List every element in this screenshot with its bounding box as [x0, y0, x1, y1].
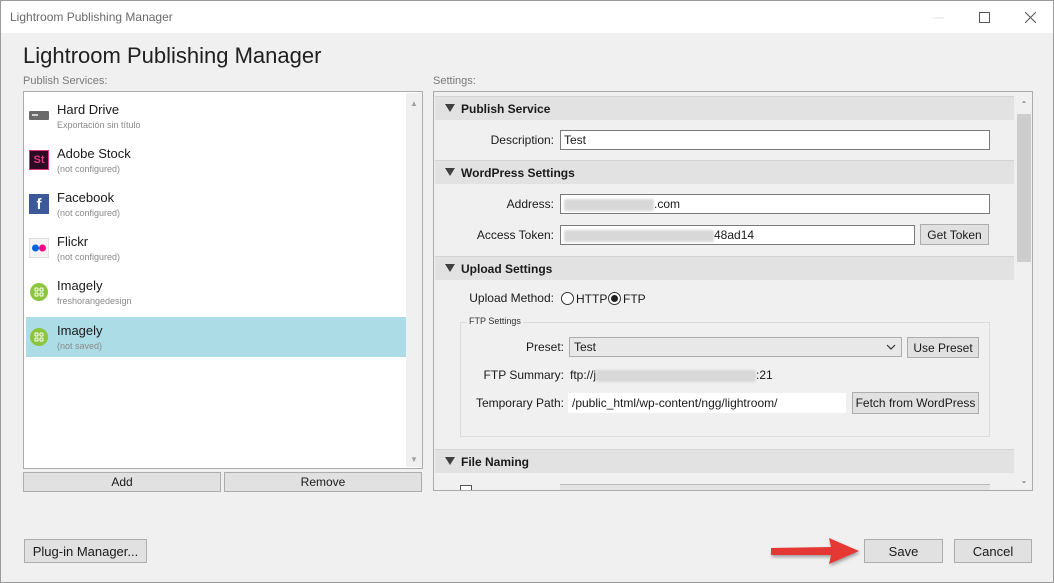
use-preset-button[interactable]: Use Preset — [907, 337, 979, 358]
flickr-icon — [29, 238, 49, 258]
service-name: Imagely — [57, 323, 103, 338]
file-naming-field[interactable] — [560, 484, 990, 490]
list-item-imagely[interactable]: Imagely freshorangedesign — [26, 272, 406, 312]
list-item-imagely-selected[interactable]: Imagely (not saved) — [26, 317, 406, 357]
address-input[interactable]: .com — [560, 194, 990, 214]
minimize-icon — [932, 17, 944, 18]
collapse-triangle-icon — [445, 264, 455, 272]
ftp-summary-label: FTP Summary: — [483, 368, 564, 382]
service-subtitle: (not configured) — [57, 208, 121, 218]
access-token-input[interactable]: 48ad14 — [560, 225, 915, 245]
list-item-hard-drive[interactable]: Hard Drive Exportación sin título — [26, 96, 406, 136]
close-button[interactable] — [1007, 1, 1053, 33]
close-icon — [1024, 11, 1036, 23]
rename-checkbox[interactable] — [460, 485, 472, 490]
description-label: Description: — [490, 133, 554, 147]
section-title: File Naming — [461, 455, 530, 469]
address-value: .com — [654, 197, 681, 211]
add-button[interactable]: Add — [23, 472, 221, 492]
redacted-text — [596, 369, 757, 382]
http-label: HTTP — [576, 292, 608, 306]
maximize-icon — [978, 11, 990, 23]
scroll-down-icon[interactable]: ⌄ — [1016, 472, 1032, 488]
list-item-facebook[interactable]: f Facebook (not configured) — [26, 184, 406, 224]
title-bar: Lightroom Publishing Manager — [1, 1, 1053, 33]
scroll-up-icon[interactable]: ⌃ — [1016, 96, 1032, 112]
annotation-arrow-icon — [771, 538, 859, 564]
ftp-summary-value: ftp://j :21 — [570, 368, 773, 382]
service-name: Flickr — [57, 234, 89, 249]
ftp-summary-suffix: :21 — [756, 368, 773, 382]
description-input[interactable]: Test — [560, 130, 990, 150]
window-title: Lightroom Publishing Manager — [10, 10, 173, 24]
service-subtitle: Exportación sin título — [57, 120, 141, 130]
access-token-value: 48ad14 — [714, 228, 755, 242]
preset-select[interactable]: Test — [569, 337, 902, 357]
publish-services-label: Publish Services: — [23, 75, 108, 87]
service-name: Hard Drive — [57, 102, 120, 117]
preset-value: Test — [574, 340, 597, 354]
list-item-flickr[interactable]: Flickr (not configured) — [26, 228, 406, 268]
ftp-summary-prefix: ftp://j — [570, 368, 597, 382]
maximize-button[interactable] — [961, 1, 1007, 33]
scroll-down-icon[interactable]: ▼ — [406, 451, 422, 467]
scroll-thumb[interactable] — [1017, 114, 1031, 262]
access-token-label: Access Token: — [476, 228, 554, 242]
imagely-icon — [29, 327, 49, 347]
page-title: Lightroom Publishing Manager — [23, 43, 322, 68]
remove-button[interactable]: Remove — [224, 472, 422, 492]
service-name: Adobe Stock — [57, 146, 131, 161]
preset-label: Preset: — [525, 340, 564, 354]
service-subtitle: (not configured) — [57, 164, 121, 174]
ftp-label: FTP — [623, 292, 646, 306]
imagely-icon — [29, 282, 49, 302]
upload-method-label: Upload Method: — [469, 291, 554, 305]
section-upload-settings[interactable]: Upload Settings — [435, 256, 1014, 280]
collapse-triangle-icon — [445, 168, 455, 176]
scroll-up-icon[interactable]: ▲ — [406, 95, 422, 111]
collapse-triangle-icon — [445, 104, 455, 112]
section-file-naming[interactable]: File Naming — [435, 449, 1014, 473]
settings-scrollbar[interactable]: ⌃ ⌄ — [1016, 96, 1032, 488]
section-wordpress-settings[interactable]: WordPress Settings — [435, 160, 1014, 184]
ftp-radio[interactable] — [608, 292, 621, 305]
chevron-down-icon — [886, 344, 896, 350]
hard-drive-icon — [29, 106, 49, 126]
http-radio[interactable] — [561, 292, 574, 305]
adobe-stock-icon: St — [29, 150, 49, 170]
temporary-path-input[interactable]: /public_html/wp-content/ngg/lightroom/ — [568, 393, 846, 413]
fetch-from-wordpress-button[interactable]: Fetch from WordPress — [852, 392, 979, 414]
collapse-triangle-icon — [445, 457, 455, 465]
service-name: Facebook — [57, 190, 115, 205]
service-subtitle: (not saved) — [57, 341, 103, 351]
service-subtitle: (not configured) — [57, 252, 121, 262]
cancel-button[interactable]: Cancel — [954, 539, 1032, 563]
address-label: Address: — [506, 197, 554, 211]
redacted-text — [564, 198, 654, 211]
service-name: Imagely — [57, 278, 103, 293]
publishing-manager-window: Lightroom Publishing Manager Lightroom P… — [0, 0, 1054, 583]
list-item-adobe-stock[interactable]: St Adobe Stock (not configured) — [26, 140, 406, 180]
publish-services-list[interactable]: Hard Drive Exportación sin título St Ado… — [23, 91, 423, 469]
service-subtitle: freshorangedesign — [57, 296, 132, 306]
minimize-button[interactable] — [915, 1, 961, 33]
section-title: WordPress Settings — [461, 166, 575, 180]
save-button[interactable]: Save — [864, 539, 943, 563]
section-title: Publish Service — [461, 102, 551, 116]
facebook-icon: f — [29, 194, 49, 214]
settings-label: Settings: — [433, 75, 476, 87]
section-publish-service[interactable]: Publish Service — [435, 96, 1014, 120]
redacted-text — [564, 229, 714, 242]
adobe-stock-logo: St — [29, 150, 49, 170]
get-token-button[interactable]: Get Token — [920, 224, 989, 245]
services-scrollbar[interactable]: ▲ ▼ — [406, 93, 422, 467]
plugin-manager-button[interactable]: Plug-in Manager... — [24, 539, 147, 563]
ftp-settings-label: FTP Settings — [467, 316, 523, 326]
temporary-path-label: Temporary Path: — [475, 396, 564, 410]
facebook-logo: f — [29, 194, 49, 214]
section-title: Upload Settings — [461, 262, 553, 276]
